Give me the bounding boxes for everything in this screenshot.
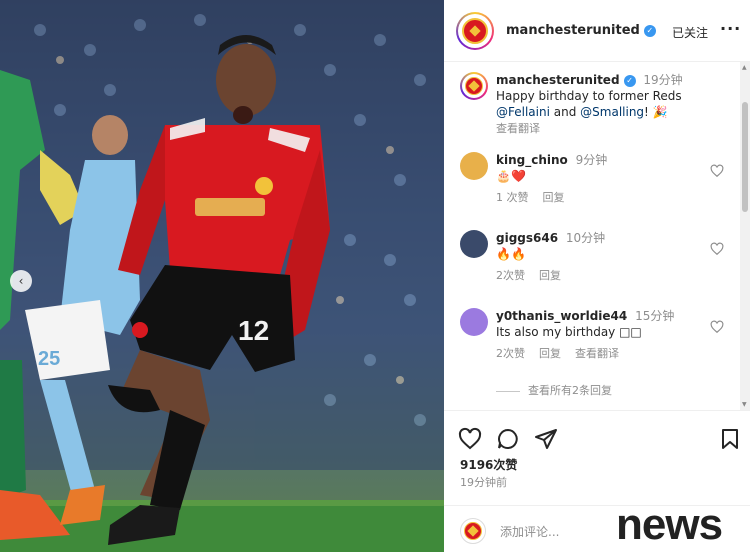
post-side-panel: manchesterunited ✓ 已关注 ··· manchesterunit…	[444, 0, 750, 552]
likes-count[interactable]: 9196次赞	[460, 456, 517, 473]
view-replies-link[interactable]: 查看所有2条回复	[496, 382, 612, 398]
see-translation-link[interactable]: 查看翻译	[496, 122, 540, 135]
previous-slide-button[interactable]: ‹	[10, 270, 32, 292]
comment-icon[interactable]	[496, 427, 520, 451]
comments-list: manchesterunited ✓ 19分钟 Happy birthday to…	[444, 62, 750, 410]
comment-username[interactable]: giggs646	[496, 231, 558, 245]
chevron-left-icon: ‹	[18, 274, 24, 288]
share-icon[interactable]	[534, 427, 558, 451]
current-user-avatar	[460, 518, 486, 544]
commenter-avatar[interactable]	[460, 152, 488, 180]
comment-time: 9分钟	[575, 153, 608, 167]
add-comment-input[interactable]: 添加评论...	[500, 523, 559, 540]
more-options-button[interactable]: ···	[720, 19, 741, 38]
heart-icon[interactable]	[710, 242, 724, 256]
caption-time: 19分钟	[643, 73, 683, 87]
club-crest-icon	[464, 522, 482, 540]
news-watermark: news	[616, 500, 723, 549]
comment-text: 🎂❤️	[496, 169, 526, 183]
verified-badge-icon: ✓	[643, 24, 656, 37]
comments-scrollbar[interactable]: ▲ ▼	[740, 62, 750, 410]
instagram-post-modal: 25 12 ‹ manchesterunited ✓ 已关注 ··· manch…	[0, 0, 750, 552]
heart-icon[interactable]	[710, 320, 724, 334]
commenter-avatar[interactable]	[460, 230, 488, 258]
heart-icon[interactable]	[710, 164, 724, 178]
post-photo: 25 12 ‹	[0, 0, 444, 552]
photo-illustration: 25 12	[0, 0, 444, 552]
profile-username[interactable]: manchesterunited ✓	[506, 23, 656, 38]
caption-username[interactable]: manchesterunited	[496, 73, 620, 87]
caption-avatar[interactable]	[460, 72, 488, 100]
mention-link[interactable]: @Fellaini	[496, 105, 550, 119]
scroll-up-icon[interactable]: ▲	[742, 64, 747, 71]
scroll-down-icon[interactable]: ▼	[742, 401, 747, 408]
club-crest-icon	[465, 77, 483, 95]
profile-avatar[interactable]	[456, 11, 494, 50]
see-translation-link[interactable]: 查看翻译	[575, 347, 619, 360]
comment-item: y0thanis_worldie44 15分钟 Its also my birt…	[460, 308, 730, 368]
comment-likes[interactable]: 2次赞	[496, 347, 525, 360]
club-crest-icon	[462, 17, 488, 44]
caption-text: Happy birthday to former Reds	[496, 89, 682, 103]
comment-text: 🔥🔥	[496, 247, 526, 261]
comment-text: Its also my birthday □□	[496, 325, 642, 339]
svg-text:25: 25	[38, 348, 60, 370]
comment-time: 10分钟	[565, 231, 606, 245]
reply-button[interactable]: 回复	[539, 269, 561, 282]
verified-badge-icon: ✓	[623, 74, 636, 87]
commenter-avatar[interactable]	[460, 308, 488, 336]
mention-link[interactable]: @Smalling	[580, 105, 644, 119]
bookmark-icon[interactable]	[718, 427, 742, 451]
following-button[interactable]: 已关注	[672, 24, 708, 41]
comment-item: giggs646 10分钟 🔥🔥 2次赞 回复	[460, 230, 730, 290]
comment-username[interactable]: king_chino	[496, 153, 568, 167]
reply-button[interactable]: 回复	[543, 191, 565, 204]
reply-button[interactable]: 回复	[539, 347, 561, 360]
caption: manchesterunited ✓ 19分钟 Happy birthday to…	[460, 72, 730, 135]
heart-icon[interactable]	[458, 427, 482, 451]
post-header: manchesterunited ✓ 已关注 ···	[444, 0, 750, 62]
comment-likes[interactable]: 2次赞	[496, 269, 525, 282]
svg-text:12: 12	[238, 315, 269, 346]
comment-item: king_chino 9分钟 🎂❤️ 1 次赞 回复	[460, 152, 730, 212]
comment-likes[interactable]: 1 次赞	[496, 191, 529, 204]
comment-username[interactable]: y0thanis_worldie44	[496, 309, 627, 323]
post-timestamp: 19分钟前	[460, 476, 507, 489]
scrollbar-thumb[interactable]	[742, 102, 748, 212]
comment-time: 15分钟	[635, 309, 675, 323]
